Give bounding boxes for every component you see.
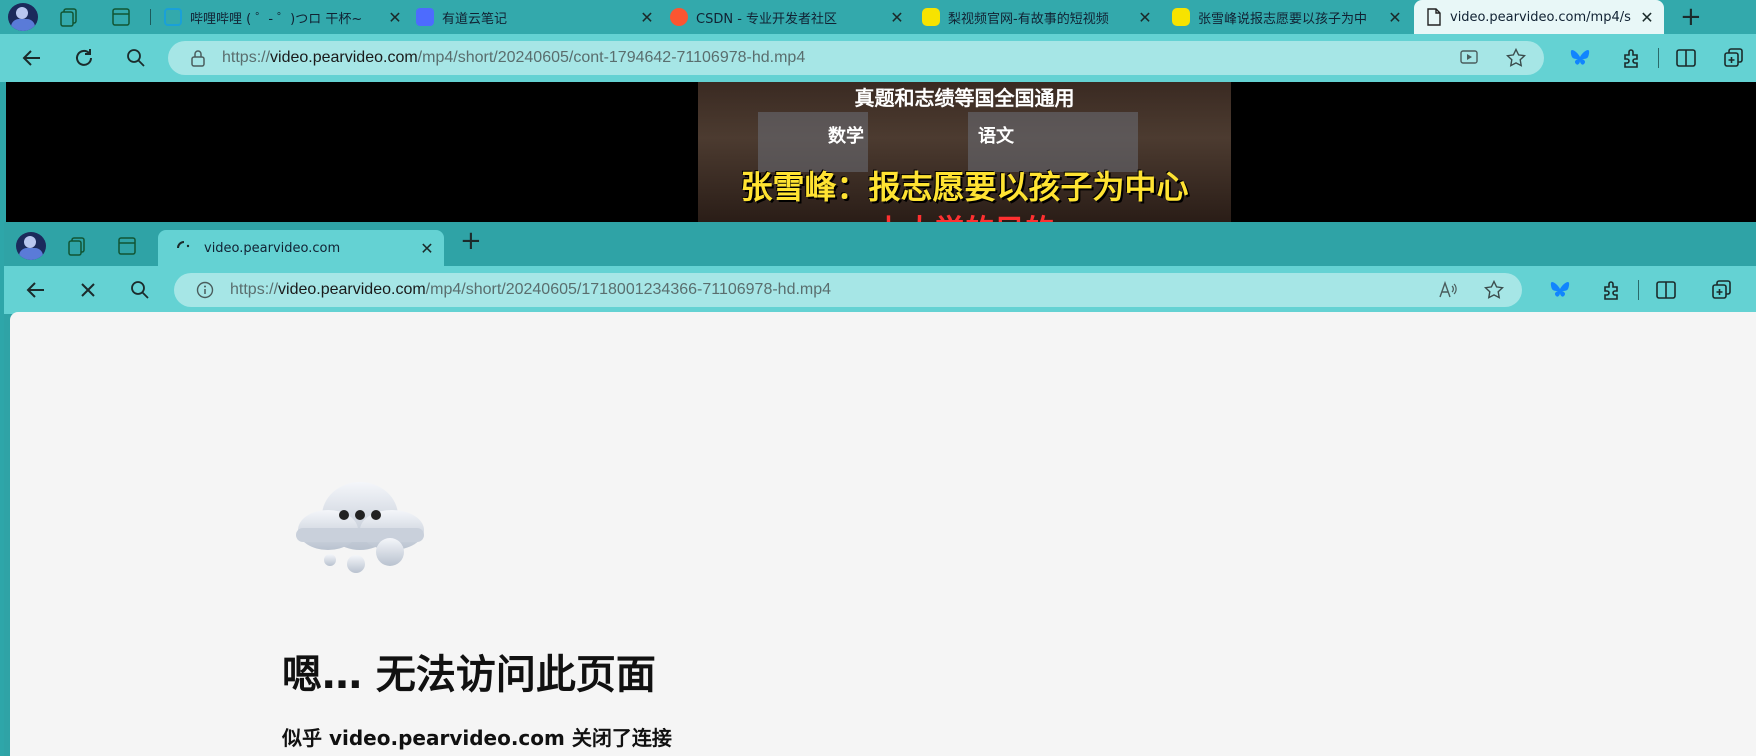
profile-avatar[interactable] xyxy=(16,232,46,260)
search-icon[interactable] xyxy=(120,266,160,314)
favorite-star-icon[interactable] xyxy=(1506,48,1526,68)
back-button[interactable] xyxy=(16,266,56,314)
bluesky-extension-icon[interactable] xyxy=(1560,34,1600,82)
front-toolbar: https://video.pearvideo.com/mp4/short/20… xyxy=(4,266,1756,314)
address-bar[interactable]: https://video.pearvideo.com/mp4/short/20… xyxy=(174,273,1522,307)
close-icon[interactable]: ✕ xyxy=(1136,8,1154,27)
split-screen-icon[interactable] xyxy=(1646,266,1686,314)
pear-icon xyxy=(922,8,940,26)
lock-icon xyxy=(190,49,206,67)
close-icon[interactable]: ✕ xyxy=(418,239,436,258)
split-screen-icon[interactable] xyxy=(1666,34,1706,82)
close-icon[interactable]: ✕ xyxy=(638,8,656,27)
profile-avatar[interactable] xyxy=(8,3,38,31)
video-frame: 真题和志绩等国全国通用 数学 语文 张雪峰：报志愿要以孩子为中心 上大学的目的 xyxy=(698,82,1231,222)
collections-add-icon[interactable] xyxy=(1702,266,1742,314)
back-toolbar: https://video.pearvideo.com/mp4/short/20… xyxy=(0,34,1756,82)
tab-pearvideo-home[interactable]: 梨视频官网-有故事的短视频 ✕ xyxy=(922,0,1154,34)
tab-video-active[interactable]: video.pearvideo.com/mp4/s ✕ xyxy=(1414,0,1664,34)
loading-spinner-icon xyxy=(176,240,192,256)
tab-pearvideo-article[interactable]: 张雪峰说报志愿要以孩子为中 ✕ xyxy=(1172,0,1404,34)
collections-icon[interactable] xyxy=(66,235,88,257)
back-tab-bar: 哔哩哔哩 ( ゜- ゜)つロ 干杯~ ✕ 有道云笔记 ✕ CSDN - 专业开发… xyxy=(0,0,1756,34)
tab-video-loading[interactable]: video.pearvideo.com ✕ xyxy=(158,230,444,266)
url-path: /mp4/short/20240605/1718001234366-711069… xyxy=(425,281,832,298)
collections-add-icon[interactable] xyxy=(1714,34,1754,82)
collections-icon[interactable] xyxy=(58,6,80,28)
tab-bilibili[interactable]: 哔哩哔哩 ( ゜- ゜)つロ 干杯~ ✕ xyxy=(164,0,404,34)
url-host: video.pearvideo.com xyxy=(278,281,426,298)
read-aloud-icon[interactable] xyxy=(1438,281,1458,299)
close-icon[interactable]: ✕ xyxy=(1638,8,1656,27)
tab-actions-icon[interactable] xyxy=(110,6,132,28)
thinking-cloud-icon xyxy=(292,472,428,582)
url-path: /mp4/short/20240605/cont-1794642-7110697… xyxy=(417,49,806,66)
url-scheme: https:// xyxy=(230,281,279,298)
pen-icon xyxy=(416,8,434,26)
close-icon[interactable]: ✕ xyxy=(888,8,906,27)
close-icon[interactable]: ✕ xyxy=(1386,8,1404,27)
video-caption-main: 张雪峰：报志愿要以孩子为中心 xyxy=(740,168,1189,206)
search-icon[interactable] xyxy=(116,34,156,82)
url-host: video.pearvideo.com xyxy=(270,49,418,66)
extensions-puzzle-icon[interactable] xyxy=(1612,34,1652,82)
video-caption-top: 真题和志绩等国全国通用 xyxy=(854,86,1075,110)
new-tab-button[interactable]: + xyxy=(1680,2,1702,32)
address-bar[interactable]: https://video.pearvideo.com/mp4/short/20… xyxy=(168,41,1544,75)
tv-icon xyxy=(164,8,182,26)
error-title: 嗯… 无法访问此页面 xyxy=(282,652,656,698)
page-icon xyxy=(1426,8,1442,26)
error-page: 嗯… 无法访问此页面 似乎 video.pearvideo.com 关闭了连接 xyxy=(10,312,1756,756)
back-button[interactable] xyxy=(12,34,52,82)
front-window: video.pearvideo.com ✕ + https://video.pe… xyxy=(4,222,1756,756)
tab-csdn[interactable]: CSDN - 专业开发者社区 ✕ xyxy=(670,0,906,34)
stop-loading-button[interactable] xyxy=(68,266,108,314)
book-label-math: 数学 xyxy=(828,126,864,147)
refresh-button[interactable] xyxy=(64,34,104,82)
bluesky-extension-icon[interactable] xyxy=(1540,266,1580,314)
url-scheme: https:// xyxy=(222,49,271,66)
media-cast-icon[interactable] xyxy=(1460,49,1480,67)
video-player[interactable]: 真题和志绩等国全国通用 数学 语文 张雪峰：报志愿要以孩子为中心 上大学的目的 xyxy=(6,82,1756,222)
book-label-chinese: 语文 xyxy=(978,126,1014,147)
pear-icon xyxy=(1172,8,1190,26)
video-caption-bottom: 上大学的目的 xyxy=(698,206,1231,222)
tab-actions-icon[interactable] xyxy=(116,235,138,257)
error-subtitle: 似乎 video.pearvideo.com 关闭了连接 xyxy=(282,726,672,750)
favorite-star-icon[interactable] xyxy=(1484,280,1504,300)
tab-youdao-note[interactable]: 有道云笔记 ✕ xyxy=(416,0,656,34)
extensions-puzzle-icon[interactable] xyxy=(1592,266,1632,314)
close-icon[interactable]: ✕ xyxy=(386,8,404,27)
info-icon[interactable] xyxy=(196,281,214,299)
new-tab-button[interactable]: + xyxy=(460,226,482,256)
csdn-icon xyxy=(670,8,688,26)
